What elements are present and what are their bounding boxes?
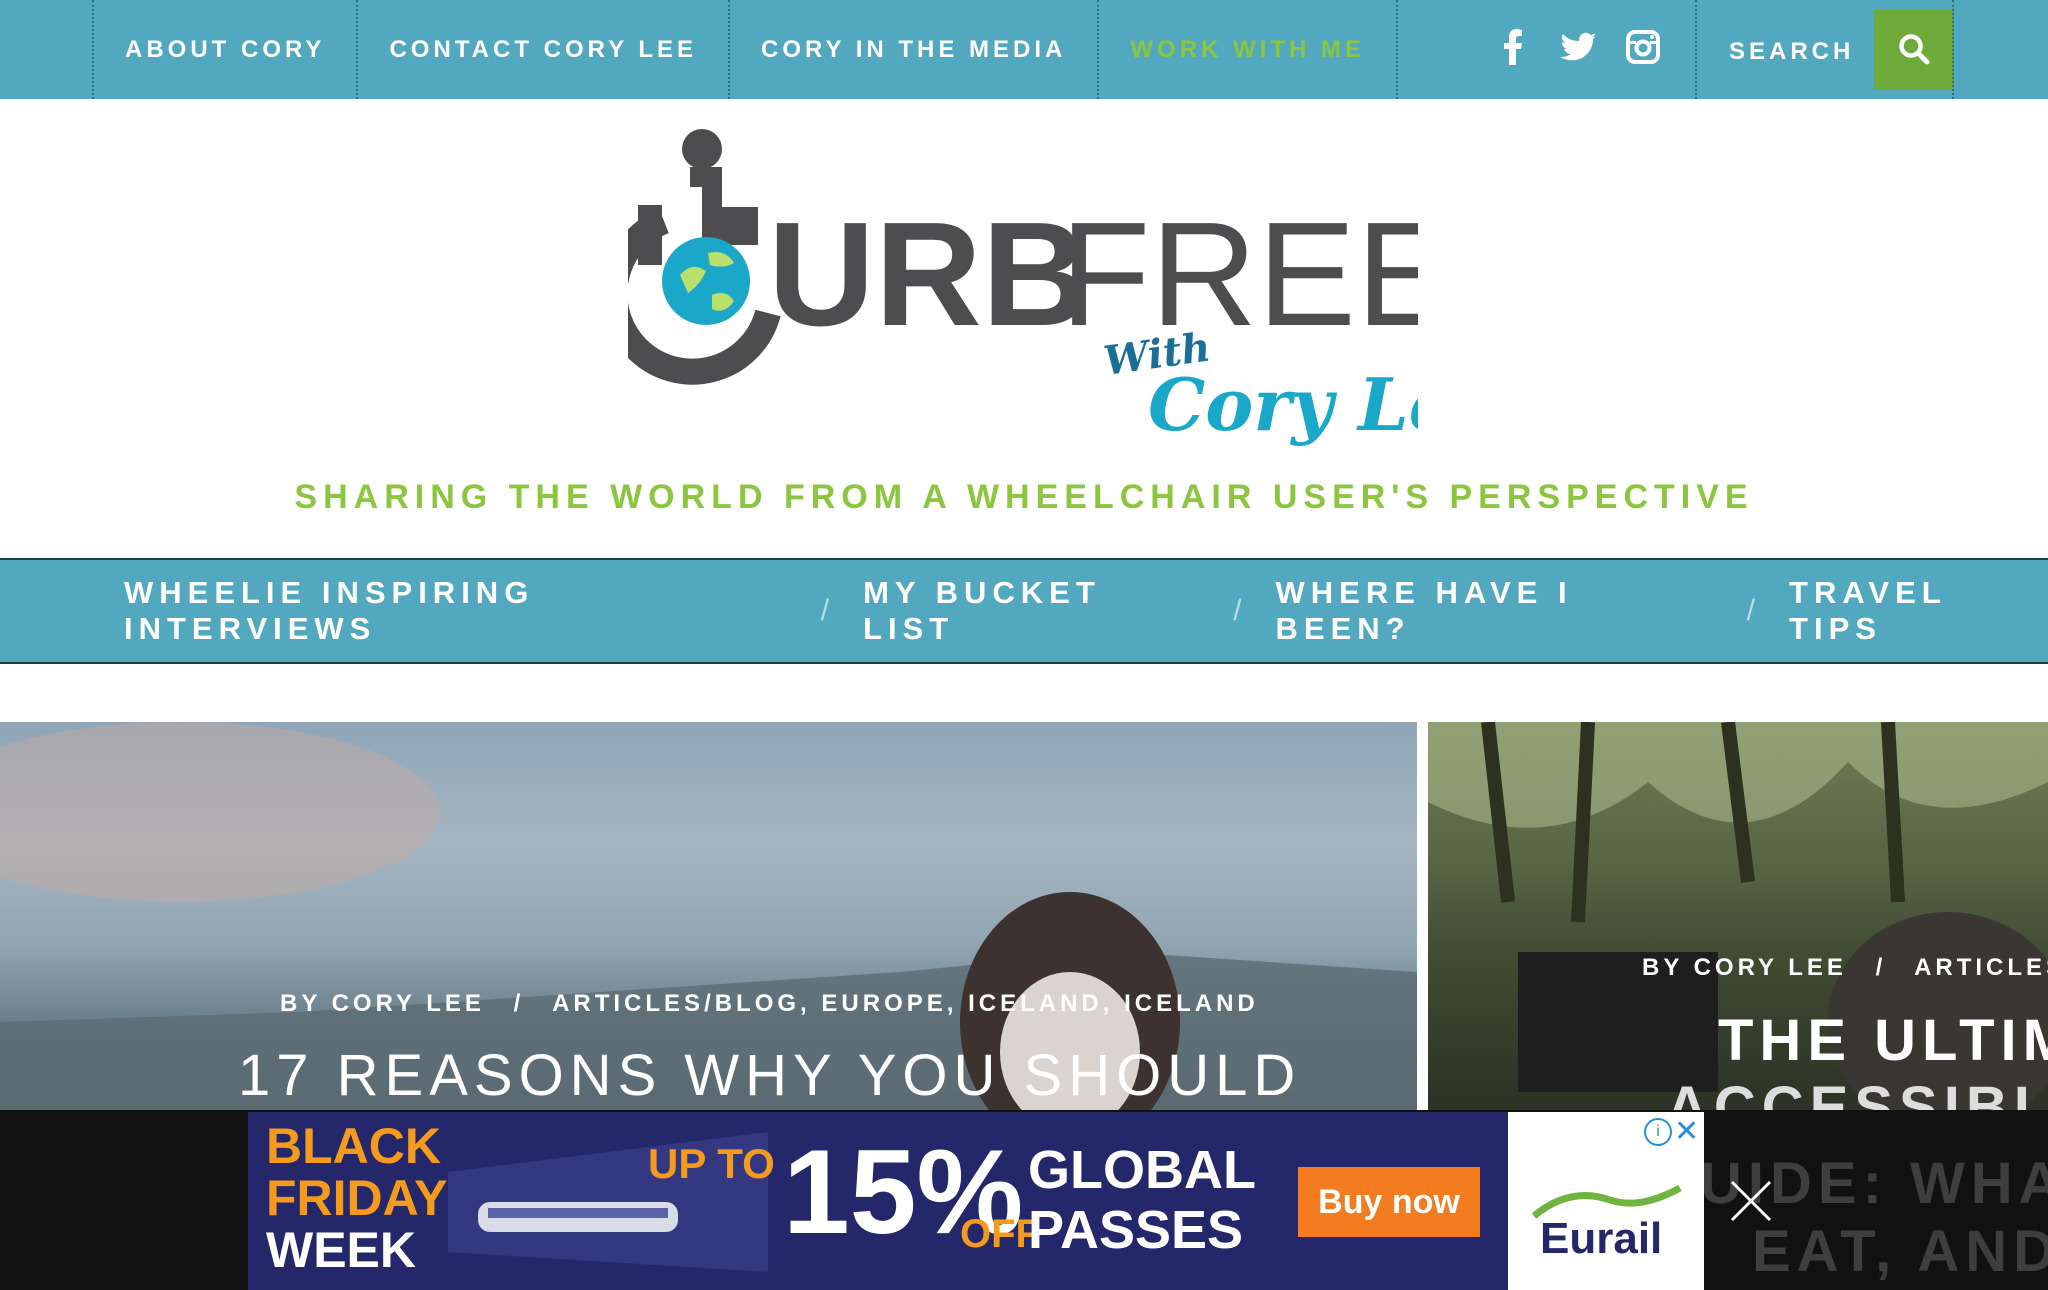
logo-head-shape bbox=[682, 129, 722, 169]
mainnav-travel-tips[interactable]: TRAVEL TIPS bbox=[1789, 575, 2048, 647]
ad-line-3: WEEK bbox=[266, 1222, 416, 1278]
search-icon bbox=[1898, 33, 1930, 68]
site-tagline: SHARING THE WORLD FROM A WHEELCHAIR USER… bbox=[294, 478, 1754, 516]
post-byline[interactable]: BY CORY LEE bbox=[1642, 954, 1847, 981]
train-illustration bbox=[448, 1132, 768, 1272]
instagram-icon[interactable] bbox=[1626, 30, 1660, 69]
featured-post-1[interactable]: BY CORY LEE / ARTICLES/BLOG, EUROPE, ICE… bbox=[0, 722, 1417, 1122]
close-icon bbox=[1730, 1180, 1772, 1222]
top-nav: ABOUT CORY CONTACT CORY LEE CORY IN THE … bbox=[92, 0, 1399, 99]
site-logo[interactable]: URB FREE With Cory Lee bbox=[601, 125, 1500, 465]
post-title-line-4: EAT, AND bbox=[1752, 1219, 2048, 1284]
nav-separator: / bbox=[1746, 594, 1756, 627]
topnav-cory-in-the-media[interactable]: CORY IN THE MEDIA bbox=[728, 0, 1097, 99]
main-nav: WHEELIE INSPIRING INTERVIEWS / MY BUCKET… bbox=[0, 558, 2048, 664]
mainnav-interviews[interactable]: WHEELIE INSPIRING INTERVIEWS bbox=[124, 575, 787, 647]
ad-buy-now-button[interactable]: Buy now bbox=[1298, 1167, 1480, 1237]
ad-upto: UP TO bbox=[648, 1140, 775, 1187]
featured-post-2[interactable]: BY CORY LEE / ARTICLES/BLOG THE ULTIMA A… bbox=[1428, 722, 2048, 1122]
post-categories[interactable]: ARTICLES/BLOG, EUROPE, ICELAND, ICELAND bbox=[552, 990, 1259, 1017]
post-categories[interactable]: ARTICLES/BLOG bbox=[1914, 954, 2048, 981]
mainnav-bucket-list[interactable]: MY BUCKET LIST bbox=[863, 575, 1199, 647]
advertisement-banner[interactable]: BLACK FRIDAY WEEK UP TO 15% OFF GLOBAL P… bbox=[248, 1112, 1704, 1290]
ad-passes: PASSES bbox=[1028, 1200, 1244, 1260]
ad-line-2: FRIDAY bbox=[266, 1170, 448, 1226]
nav-separator: / bbox=[820, 594, 830, 627]
meta-separator: / bbox=[1875, 954, 1887, 981]
twitter-icon[interactable] bbox=[1560, 32, 1596, 67]
logo-name-text: Cory Lee bbox=[1148, 362, 1418, 447]
top-bar: ABOUT CORY CONTACT CORY LEE CORY IN THE … bbox=[0, 0, 2048, 99]
post-meta: BY CORY LEE / ARTICLES/BLOG bbox=[1642, 954, 2048, 982]
post-byline[interactable]: BY CORY LEE bbox=[280, 990, 485, 1017]
ad-headline: BLACK FRIDAY WEEK bbox=[266, 1120, 448, 1276]
close-ad-button[interactable] bbox=[1728, 1178, 1774, 1224]
mainnav-where-have-i-been[interactable]: WHERE HAVE I BEEN? bbox=[1276, 575, 1713, 647]
ad-global-passes: GLOBAL PASSES bbox=[1028, 1140, 1256, 1260]
logo-text-dark: URB bbox=[768, 192, 1089, 357]
divider bbox=[1952, 0, 1954, 99]
meta-separator: / bbox=[513, 990, 525, 1017]
topnav-contact-cory-lee[interactable]: CONTACT CORY LEE bbox=[356, 0, 728, 99]
globe-icon bbox=[662, 237, 750, 325]
ad-close-icon[interactable]: ✕ bbox=[1674, 1114, 1699, 1149]
ad-line-1: BLACK bbox=[266, 1118, 441, 1174]
search-input[interactable] bbox=[1727, 36, 1881, 68]
post-title[interactable]: 17 REASONS WHY YOU SHOULD bbox=[238, 1042, 1301, 1109]
search-button[interactable] bbox=[1874, 10, 1954, 90]
ad-info-icon[interactable]: i bbox=[1644, 1118, 1672, 1146]
post-meta: BY CORY LEE / ARTICLES/BLOG, EUROPE, ICE… bbox=[280, 990, 1259, 1018]
ad-brand: Eurail bbox=[1540, 1214, 1663, 1263]
topnav-work-with-me[interactable]: WORK WITH ME bbox=[1097, 0, 1399, 99]
topnav-about-cory[interactable]: ABOUT CORY bbox=[92, 0, 356, 99]
facebook-icon[interactable] bbox=[1498, 29, 1526, 70]
nav-separator: / bbox=[1233, 594, 1242, 627]
social-links bbox=[1498, 0, 1660, 99]
post-title[interactable]: THE ULTIMA bbox=[1718, 1007, 2048, 1074]
ad-global: GLOBAL bbox=[1028, 1140, 1256, 1200]
logo-text-light: FREE bbox=[1060, 192, 1418, 357]
